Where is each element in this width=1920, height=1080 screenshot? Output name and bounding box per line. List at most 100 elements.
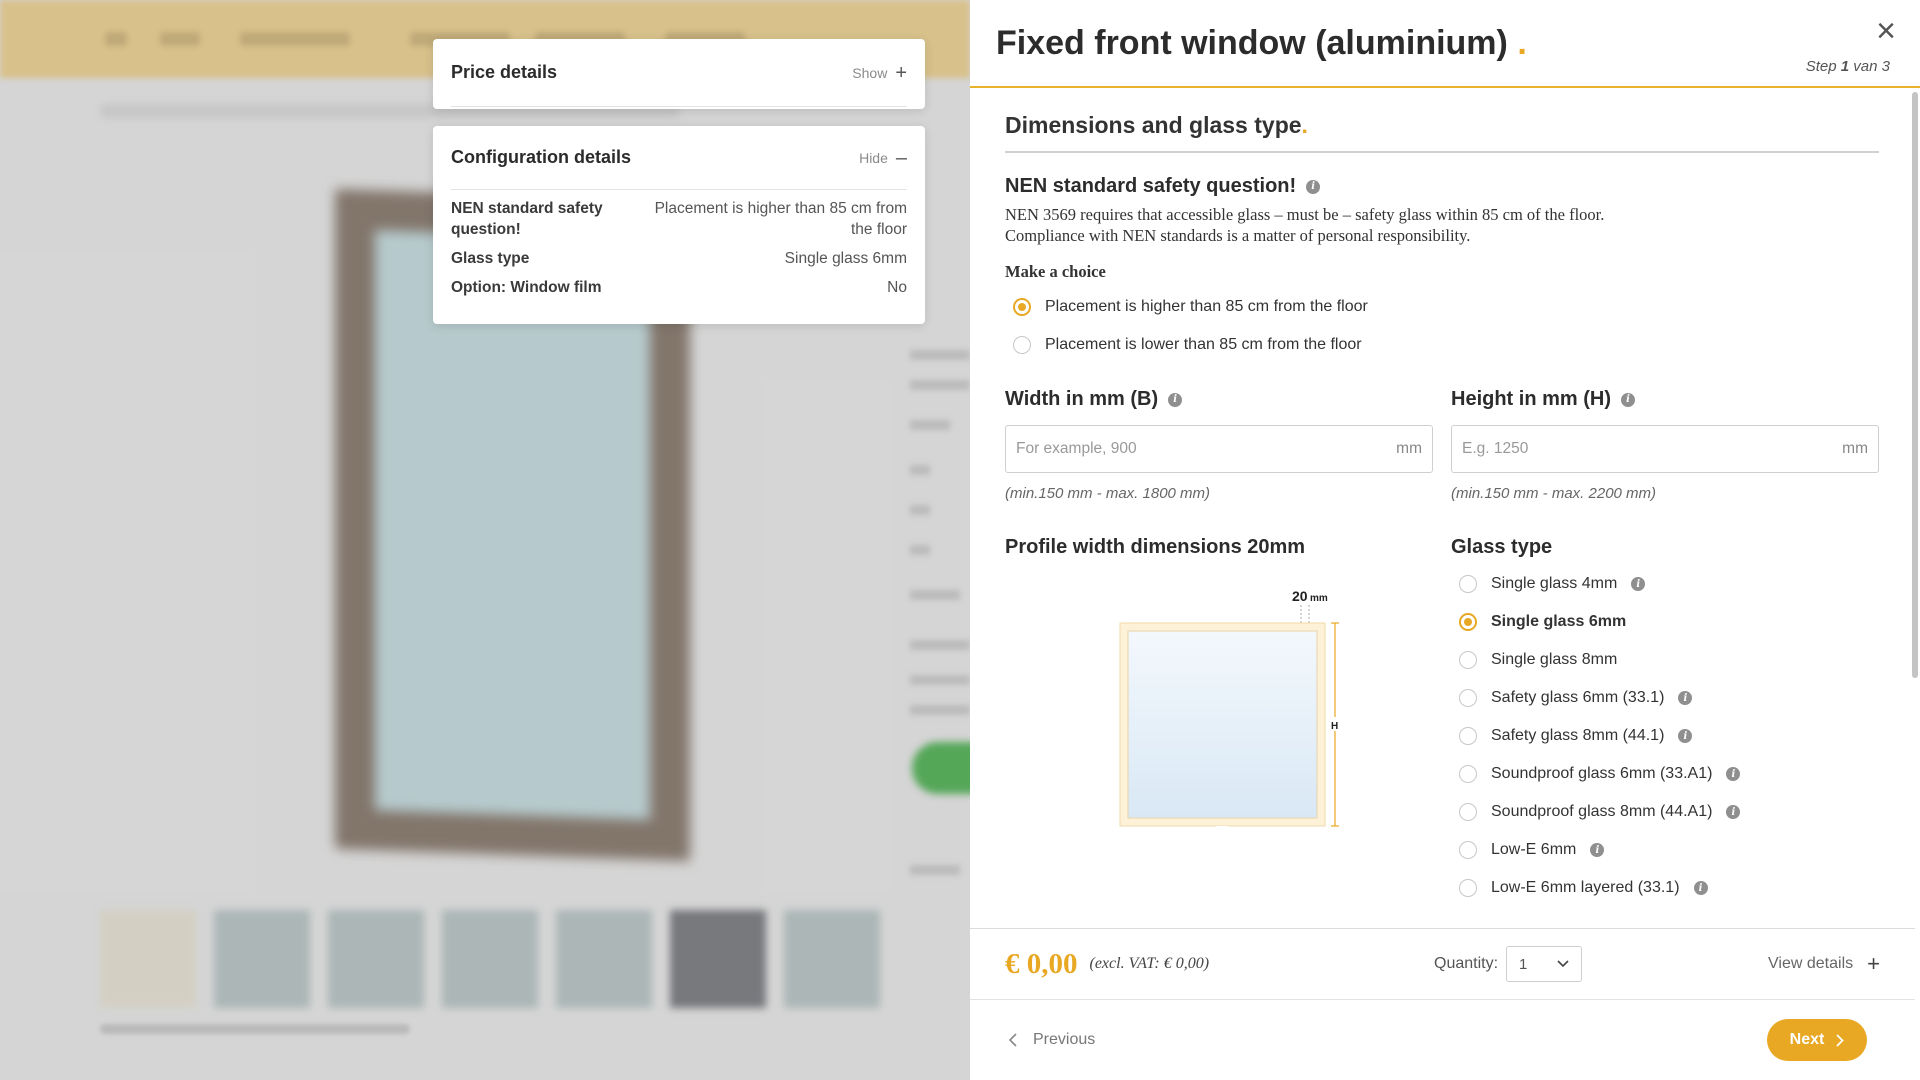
info-icon[interactable]: i [1726,767,1741,781]
glass-option[interactable]: Low-E 6mm layered (33.1) i [1459,869,1879,907]
radio-unselected-icon[interactable] [1013,336,1031,354]
width-hint: (min.150 mm - max. 1800 mm) [1005,485,1211,502]
glass-option-label: Soundproof glass 6mm (33.A1) [1491,765,1713,782]
config-row-key: Option: Window film [451,279,602,296]
panel-footer: € 0,00 (excl. VAT: € 0,00) Quantity: 1 V… [970,928,1915,1080]
nen-option-label: Placement is lower than 85 cm from the f… [1045,336,1362,353]
radio-unselected-icon[interactable] [1459,575,1477,593]
panel-header: Fixed front window (aluminium) . × Step … [970,0,1920,88]
glass-option-label: Single glass 4mm [1491,575,1618,592]
glass-option-label: Low-E 6mm [1491,841,1577,858]
glass-option-label: Soundproof glass 8mm (44.A1) [1491,803,1713,820]
width-input[interactable] [1016,440,1397,458]
info-icon[interactable]: i [1306,179,1321,194]
radio-unselected-icon[interactable] [1459,841,1477,859]
nen-option-lower[interactable]: Placement is lower than 85 cm from the f… [1013,326,1880,364]
radio-unselected-icon[interactable] [1459,803,1477,821]
profile-title: Profile width dimensions 20mm [1005,536,1306,558]
price-row: € 0,00 (excl. VAT: € 0,00) Quantity: 1 V… [970,929,1915,1000]
chevron-right-icon [1836,1033,1845,1047]
info-icon[interactable]: i [1693,881,1708,895]
glass-option[interactable]: Single glass 6mm [1459,603,1879,641]
configuration-details-hide-label: Hide [859,149,888,166]
radio-unselected-icon[interactable] [1459,727,1477,745]
panel-scrollbar[interactable] [1912,92,1918,678]
glass-option[interactable]: Low-E 6mm i [1459,831,1879,869]
step-middle: van [1853,58,1878,75]
config-row: NEN standard safety question! Placement … [451,198,907,240]
config-row-key: NEN standard safety question! [451,200,603,238]
step-current: 1 [1840,58,1850,75]
info-icon[interactable]: i [1168,392,1183,407]
height-label-text: Height in mm (H) [1451,388,1611,410]
glass-type-title: Glass type [1451,536,1553,558]
radio-unselected-icon[interactable] [1459,879,1477,897]
glass-type-options: Single glass 4mm i Single glass 6mm Single … [1451,565,1879,907]
nen-option-higher[interactable]: Placement is higher than 85 cm from the … [1013,288,1880,326]
view-details-button[interactable]: View details + [1768,953,1880,975]
quantity-select[interactable]: 1 [1506,946,1583,982]
close-icon[interactable]: × [1876,14,1896,48]
nen-question-title-text: NEN standard safety question! [1005,175,1297,197]
info-icon[interactable]: i [1631,577,1646,591]
window-glass-shape [1127,630,1318,819]
info-icon[interactable]: i [1621,392,1635,407]
next-label: Next [1789,1031,1825,1048]
radio-selected-icon[interactable] [1013,298,1031,316]
quantity-group: Quantity: 1 [1434,946,1583,982]
width-group: Width in mm (B) i mm (min.150 mm - max. … [1005,388,1433,502]
config-row: Option: Window film No [451,277,907,298]
profile-group: Profile width dimensions 20mm 20 mm H [1005,536,1433,907]
nen-question-title: NEN standard safety question! i [1005,175,1880,198]
previous-button[interactable]: Previous [1008,1031,1095,1049]
panel-title-dot: . [1517,24,1527,62]
radio-unselected-icon[interactable] [1459,651,1477,669]
height-letter: H [1331,721,1338,732]
configurator-panel: Fixed front window (aluminium) . × Step … [970,0,1920,1080]
glass-option[interactable]: Safety glass 6mm (33.1) i [1459,679,1879,717]
profile-and-glass-row: Profile width dimensions 20mm 20 mm H Gl… [1005,536,1880,907]
configuration-details-hide-toggle[interactable]: Hide – [859,148,907,168]
height-group: Height in mm (H) i mm (min.150 mm - max.… [1451,388,1879,502]
info-icon[interactable]: i [1590,843,1605,857]
glass-option[interactable]: Soundproof glass 6mm (33.A1) i [1459,755,1879,793]
height-input[interactable] [1462,440,1843,458]
plus-icon: + [1867,951,1880,976]
total-price: € 0,00 [1005,947,1078,980]
nen-option-label: Placement is higher than 85 cm from the … [1045,298,1368,315]
section-heading-dot: . [1301,112,1308,138]
navigation-row: Previous Next [970,1000,1915,1080]
price-excl-vat: (excl. VAT: € 0,00) [1089,955,1210,972]
glass-option-label: Safety glass 6mm (33.1) [1491,689,1665,706]
price-details-title: Price details [451,62,558,82]
config-row: Glass type Single glass 6mm [451,248,907,269]
glass-option[interactable]: Safety glass 8mm (44.1) i [1459,717,1879,755]
glass-option[interactable]: Soundproof glass 8mm (44.A1) i [1459,793,1879,831]
configuration-details-card: Configuration details Hide – NEN standar… [433,126,925,324]
glass-option-label: Single glass 8mm [1491,651,1618,668]
quantity-value: 1 [1519,955,1528,973]
price-details-show-toggle[interactable]: Show + [852,63,907,83]
configuration-details-header: Configuration details Hide – [451,126,907,190]
info-icon[interactable]: i [1726,805,1741,819]
price-details-header: Price details Show + [451,39,907,107]
panel-title: Fixed front window (aluminium) . [996,24,1527,63]
config-row-value: Single glass 6mm [784,250,907,267]
next-button[interactable]: Next [1767,1019,1867,1061]
minus-icon: – [895,146,907,169]
info-icon[interactable]: i [1678,691,1693,705]
nen-question-description: NEN 3569 requires that accessible glass … [1005,205,1605,245]
glass-option[interactable]: Single glass 4mm i [1459,565,1879,603]
configuration-details-title: Configuration details [451,147,631,167]
height-unit: mm [1842,440,1868,457]
width-unit: mm [1396,440,1422,457]
info-icon[interactable]: i [1678,729,1693,743]
glass-option[interactable]: Single glass 8mm [1459,641,1879,679]
previous-label: Previous [1033,1031,1096,1048]
chevron-down-icon [1557,960,1569,968]
radio-selected-icon[interactable] [1459,613,1477,631]
plus-icon: + [895,61,907,84]
make-a-choice-label: Make a choice [1005,262,1106,281]
radio-unselected-icon[interactable] [1459,765,1477,783]
radio-unselected-icon[interactable] [1459,689,1477,707]
